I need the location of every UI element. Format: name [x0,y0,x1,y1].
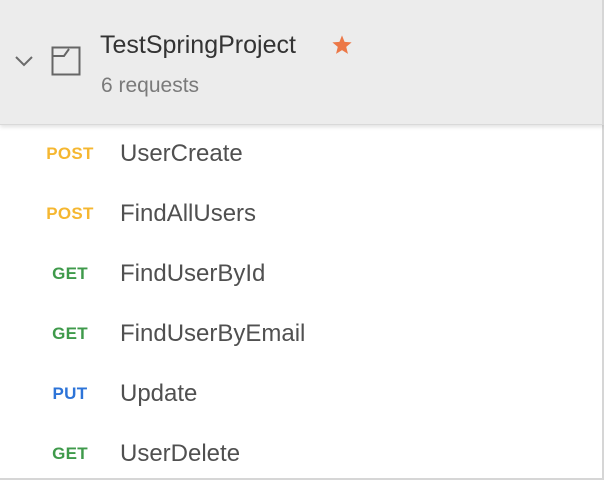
request-count: 6 requests [101,74,200,97]
request-name: Update [120,380,198,407]
method-badge: GET [52,264,88,283]
method-badge: GET [52,444,88,463]
collection-title[interactable]: TestSpringProject [100,30,296,60]
request-item[interactable]: GET FindUserByEmail [0,304,602,364]
request-item[interactable]: POST FindAllUsers [0,184,602,244]
request-item[interactable]: GET FindUserById [0,244,602,304]
collection-header[interactable]: TestSpringProject 6 requests [0,0,604,125]
method-badge: PUT [52,384,88,403]
chevron-down-icon[interactable] [14,54,34,68]
collection-folder-icon [51,46,81,76]
request-item[interactable]: PUT Update [0,364,602,424]
star-icon[interactable] [331,34,353,56]
method-badge: GET [52,324,88,343]
method-badge: POST [46,204,94,223]
request-name: UserDelete [120,440,241,467]
request-item[interactable]: GET UserDelete [0,424,602,484]
request-item[interactable]: POST UserCreate [0,124,602,184]
request-name: FindUserByEmail [120,320,306,347]
request-name: FindAllUsers [120,200,257,227]
method-badge: POST [46,144,94,163]
request-list: POST UserCreate POST FindAllUsers GET Fi… [0,124,604,480]
request-name: FindUserById [120,260,266,287]
request-name: UserCreate [120,140,243,167]
